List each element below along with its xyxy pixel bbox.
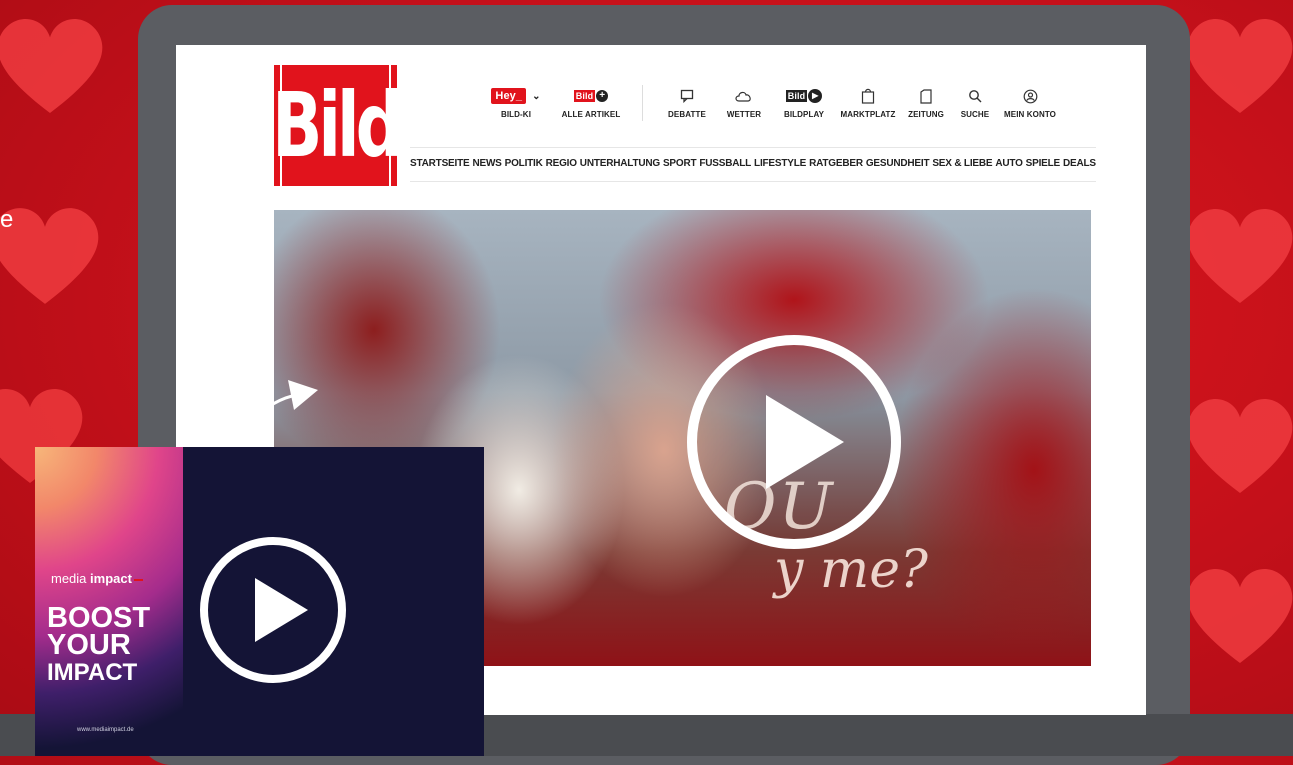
bild-plus-icon: Bild <box>573 90 596 102</box>
nav-suche[interactable]: SUCHE <box>951 85 999 119</box>
nav-label: BILD-KI <box>500 110 532 119</box>
media-impact-card[interactable]: media impact BOOST YOUR IMPACT www.media… <box>35 447 484 756</box>
boost-headline: BOOST YOUR IMPACT <box>47 602 151 687</box>
nav-label: MEIN KONTO <box>1004 110 1056 119</box>
headline-line: IMPACT <box>47 659 138 686</box>
heart-decoration <box>1187 568 1293 663</box>
nav-debatte[interactable]: DEBATTE <box>659 85 715 119</box>
nav-link[interactable]: AUTO <box>995 158 1023 169</box>
top-nav: Hey_ ⌄ BILD-KI Bild + ALLE ARTIKEL DEBATTE… <box>476 85 1096 127</box>
nav-divider <box>642 85 643 121</box>
nav-link[interactable]: NEWS <box>472 158 501 169</box>
nav-link[interactable]: SPIELE <box>1026 158 1061 169</box>
heart-decoration <box>1187 18 1293 114</box>
nav-marktplatz[interactable]: MARKTPLATZ <box>835 85 901 119</box>
nav-link[interactable]: STARTSEITE <box>410 158 470 169</box>
nav-zeitung[interactable]: ZEITUNG <box>901 85 951 119</box>
nav-bild-ki[interactable]: Hey_ ⌄ BILD-KI <box>476 85 556 119</box>
heart-decoration <box>0 208 99 304</box>
chevron-down-icon: ⌄ <box>532 90 541 102</box>
website-url: www.mediaimpact.de <box>77 727 134 733</box>
shopping-bag-icon <box>861 88 875 104</box>
nav-link[interactable]: GESUNDHEIT <box>866 158 930 169</box>
nav-link[interactable]: DEALS <box>1063 158 1096 169</box>
chat-icon <box>680 89 694 103</box>
nav-label: DEBATTE <box>668 110 706 119</box>
nav-label: WETTER <box>726 110 762 119</box>
main-nav: STARTSEITE NEWS POLITIK REGIO UNTERHALTU… <box>410 147 1096 182</box>
nav-bildplay[interactable]: Bild ▶ BILDPLAY <box>773 85 835 119</box>
play-button-icon[interactable] <box>684 333 904 551</box>
bild-logo-text: Bild <box>272 51 403 200</box>
nav-link[interactable]: REGIO <box>546 158 577 169</box>
plus-circle-icon: + <box>596 90 609 102</box>
bildplay-logo-icon: Bild <box>785 90 808 102</box>
nav-link[interactable]: SPORT <box>663 158 697 169</box>
media-impact-logo: media impact <box>51 571 143 586</box>
heart-decoration <box>1187 208 1293 303</box>
nav-label: SUCHE <box>960 110 990 119</box>
user-icon <box>1023 89 1037 103</box>
play-circle-icon: ▶ <box>808 89 823 103</box>
nav-link[interactable]: LIFESTYLE <box>754 158 806 169</box>
nav-link[interactable]: POLITIK <box>505 158 543 169</box>
nav-link[interactable]: SEX & LIEBE <box>932 158 992 169</box>
newspaper-icon <box>920 88 932 104</box>
nav-link[interactable]: RATGEBER <box>809 158 863 169</box>
nav-alle-artikel[interactable]: Bild + ALLE ARTIKEL <box>556 85 626 119</box>
nav-link[interactable]: FUSSBALL <box>699 158 751 169</box>
nav-label: ZEITUNG <box>908 110 944 119</box>
headline-line: BOOST <box>47 602 151 634</box>
nav-link[interactable]: UNTERHALTUNG <box>580 158 660 169</box>
nav-wetter[interactable]: WETTER <box>715 85 773 119</box>
bild-logo[interactable]: Bild <box>272 51 403 200</box>
hey-badge: Hey_ <box>491 88 527 104</box>
play-button-icon[interactable] <box>198 535 348 685</box>
nav-label: ALLE ARTIKEL <box>561 110 621 119</box>
edge-text: e <box>0 206 14 233</box>
nav-label: BILDPLAY <box>783 110 825 119</box>
cloud-icon <box>735 91 751 102</box>
headline-line: YOUR <box>47 629 131 661</box>
brand-light: media <box>51 571 87 586</box>
brand-bold: impact <box>90 571 132 586</box>
heart-decoration <box>0 18 103 113</box>
nav-label: MARKTPLATZ <box>840 110 896 119</box>
nav-mein-konto[interactable]: MEIN KONTO <box>999 85 1061 119</box>
heart-decoration <box>1187 398 1293 493</box>
search-icon <box>969 90 982 103</box>
